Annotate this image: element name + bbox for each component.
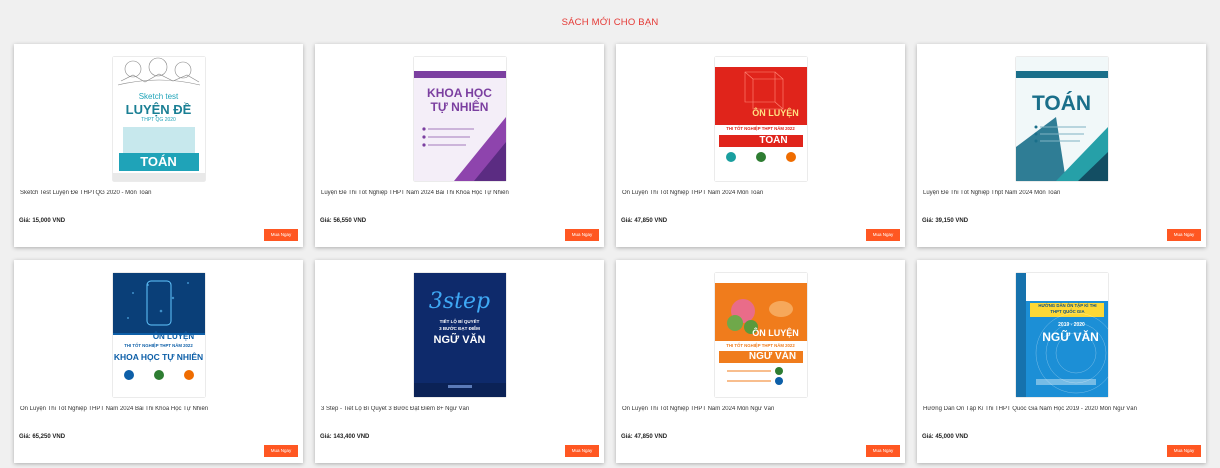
cover-title-2: THPT QUỐC GIA (1050, 309, 1085, 314)
product-card[interactable]: Sketch test LUYỆN ĐỀ THPT QG 2020 TOÁN S… (14, 44, 303, 247)
product-name[interactable]: 3 Step - Tiết Lộ Bí Quyết 3 Bước Đạt Điể… (321, 406, 598, 412)
cover-title-2: THI TỐT NGHIỆP THPT NĂM 2022 (124, 343, 193, 348)
cover-art (413, 57, 506, 181)
cover-title-1: ÔN LUYỆN (752, 328, 799, 338)
book-cover-image[interactable]: ÔN LUYỆN THI TỐT NGHIỆP THPT NĂM 2022 KH… (112, 273, 205, 397)
book-cover-image[interactable]: TOÁN (1015, 57, 1108, 181)
product-price: Giá: 56,550 VND (320, 218, 367, 224)
cover-title-3: TOÁN (759, 135, 788, 146)
cover-title-2: THI TỐT NGHIỆP THPT NĂM 2022 (726, 126, 795, 131)
section-title: SÁCH MỚI CHO BẠN (561, 17, 659, 28)
product-price: Giá: 39,150 VND (922, 218, 969, 224)
cover-title-1: ÔN LUYỆN (152, 332, 195, 341)
cover-title-3: THPT QG 2020 (141, 117, 176, 123)
cover-art (1015, 57, 1108, 181)
cover-title-2: TỰ NHIÊN (430, 100, 489, 114)
buy-now-button[interactable]: Mua Ngay (565, 445, 599, 457)
cover-title-1: 3step (428, 289, 491, 314)
cover-title-3: KHOA HỌC TỰ NHIÊN (113, 352, 204, 362)
product-price: Giá: 45,000 VND (922, 434, 969, 440)
buy-now-button[interactable]: Mua Ngay (264, 229, 298, 241)
book-cover-image[interactable]: 3step TIẾT LỘ BÍ QUYẾT 3 BƯỚC ĐẠT ĐIỂM N… (413, 273, 506, 397)
book-cover-image[interactable]: ÔN LUYỆN THI TỐT NGHIỆP THPT NĂM 2022 NG… (714, 273, 807, 397)
product-name[interactable]: Ôn Luyện Thi Tốt Nghiệp THPT Năm 2024 Mô… (622, 406, 899, 412)
buy-now-button[interactable]: Mua Ngay (866, 229, 900, 241)
cover-title-1: TOÁN (1031, 92, 1092, 115)
cover-title-1: HƯỚNG DẪN ÔN TẬP KÌ THI (1038, 303, 1097, 308)
book-cover-image[interactable]: ÔN LUYỆN THI TỐT NGHIỆP THPT NĂM 2022 TO… (714, 57, 807, 181)
buy-now-button[interactable]: Mua Ngay (1167, 445, 1201, 457)
book-cover-image[interactable]: HƯỚNG DẪN ÔN TẬP KÌ THI THPT QUỐC GIA 20… (1015, 273, 1108, 397)
product-card[interactable]: KHOA HỌC TỰ NHIÊN Luyện Đề Thi Tốt Nghiệ… (315, 44, 604, 247)
cover-title-2: LUYỆN ĐỀ (125, 102, 192, 117)
cover-title-3: NGỮ VĂN (748, 351, 797, 362)
product-grid: Sketch test LUYỆN ĐỀ THPT QG 2020 TOÁN S… (14, 44, 1206, 463)
cover-title-1: Sketch test (138, 92, 179, 101)
cover-title-1: ÔN LUYỆN (752, 108, 799, 118)
product-card[interactable]: ÔN LUYỆN THI TỐT NGHIỆP THPT NĂM 2022 KH… (14, 260, 303, 463)
book-cover-image[interactable]: Sketch test LUYỆN ĐỀ THPT QG 2020 TOÁN (112, 57, 205, 181)
product-price: Giá: 47,850 VND (621, 434, 668, 440)
product-price: Giá: 47,850 VND (621, 218, 668, 224)
product-price: Giá: 143,400 VND (320, 434, 370, 440)
cover-title-4: NGỮ VĂN (433, 334, 486, 346)
product-name[interactable]: Ôn Luyện Thi Tốt Nghiệp THPT Năm 2024 Bà… (20, 406, 297, 412)
buy-now-button[interactable]: Mua Ngay (264, 445, 298, 457)
product-name[interactable]: Luyện Đề Thi Tốt Nghiệp THPT Năm 2024 Bà… (321, 190, 598, 196)
cover-title-2: THI TỐT NGHIỆP THPT NĂM 2022 (726, 343, 795, 348)
product-card[interactable]: HƯỚNG DẪN ÔN TẬP KÌ THI THPT QUỐC GIA 20… (917, 260, 1206, 463)
product-name[interactable]: Luyện Đề Thi Tốt Nghiệp Thpt Năm 2024 Mô… (923, 190, 1200, 196)
product-card[interactable]: ÔN LUYỆN THI TỐT NGHIỆP THPT NĂM 2022 NG… (616, 260, 905, 463)
cover-title-3: 3 BƯỚC ĐẠT ĐIỂM (439, 326, 480, 331)
product-price: Giá: 65,250 VND (19, 434, 66, 440)
product-card[interactable]: ÔN LUYỆN THI TỐT NGHIỆP THPT NĂM 2022 TO… (616, 44, 905, 247)
buy-now-button[interactable]: Mua Ngay (1167, 229, 1201, 241)
cover-art (714, 57, 807, 181)
cover-title-1: KHOA HỌC (427, 86, 492, 100)
cover-title-3: 2019 - 2020 (1058, 322, 1085, 328)
cover-title-4: NGỮ VĂN (1042, 330, 1099, 344)
product-name[interactable]: Sketch Test Luyện Đề THPTQG 2020 - Môn T… (20, 190, 297, 196)
cover-title-2: TIẾT LỘ BÍ QUYẾT (439, 319, 480, 324)
product-card[interactable]: 3step TIẾT LỘ BÍ QUYẾT 3 BƯỚC ĐẠT ĐIỂM N… (315, 260, 604, 463)
product-name[interactable]: Ôn Luyện Thi Tốt Nghiệp THPT Năm 2024 Mô… (622, 190, 899, 196)
buy-now-button[interactable]: Mua Ngay (866, 445, 900, 457)
cover-title-4: TOÁN (140, 154, 177, 169)
buy-now-button[interactable]: Mua Ngay (565, 229, 599, 241)
product-price: Giá: 15,000 VND (19, 218, 66, 224)
product-card[interactable]: TOÁN Luyện Đề Thi Tốt Nghiệp Thpt Năm 20… (917, 44, 1206, 247)
product-name[interactable]: Hướng Dẫn Ôn Tập Kì Thi THPT Quốc Gia Nă… (923, 406, 1200, 412)
book-cover-image[interactable]: KHOA HỌC TỰ NHIÊN (413, 57, 506, 181)
